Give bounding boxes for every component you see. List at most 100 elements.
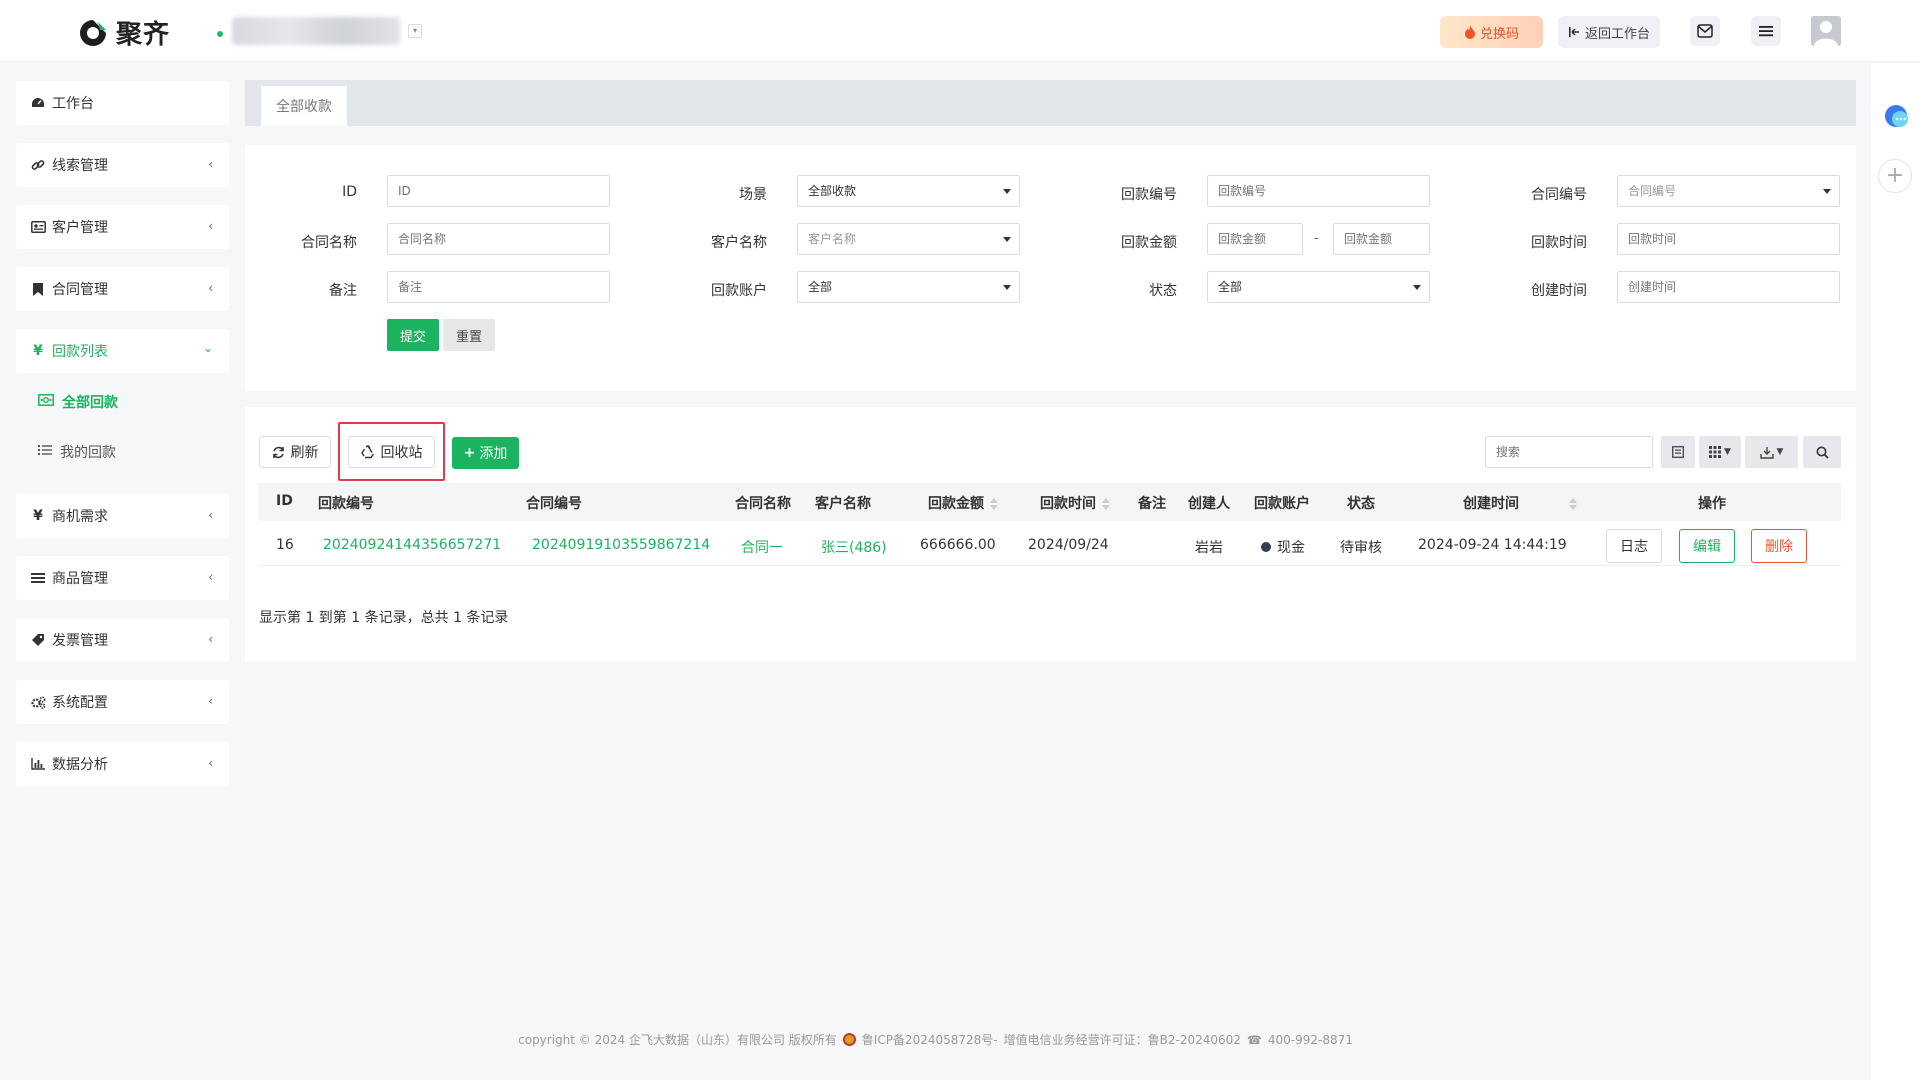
sidebar-item-analytics[interactable]: 数据分析 ‹ [16,742,229,786]
bar-chart-icon [30,756,46,772]
filter-contract-no-label: 合同编号 [1531,187,1587,203]
filter-contract-name-input[interactable] [387,223,610,255]
filter-scene-select[interactable]: 全部收款 [797,175,1020,207]
log-button[interactable]: 日志 [1606,529,1662,563]
sidebar-item-payments[interactable]: ¥ 回款列表 ⌄ [16,329,229,373]
flame-icon [1464,25,1475,39]
sidebar-subitem-my-payments[interactable]: 我的回款 [38,442,116,462]
filter-status-select[interactable]: 全部 [1207,271,1430,303]
filter-payment-no-input[interactable] [1207,175,1430,207]
search-icon [1816,446,1829,459]
recycle-bin-button[interactable]: 回收站 [348,436,435,468]
filter-id-label: ID [342,184,357,200]
row-divider [258,565,1841,566]
cell-amount: 666666.00 [920,537,996,553]
filter-amount-max-input[interactable] [1333,223,1430,255]
sidebar-item-settings[interactable]: 系统配置 ‹ [16,680,229,724]
exchange-code-button[interactable]: 兑换码 [1440,16,1543,48]
column-header-contract-name[interactable]: 合同名称 [735,493,791,513]
back-to-workbench-label: 返回工作台 [1584,26,1650,42]
footer-icp-link[interactable]: 鲁ICP备2024058728号- [862,1031,998,1048]
columns-toggle[interactable]: ▼ [1699,436,1741,468]
sidebar-item-opportunities[interactable]: ¥ 商机需求 ‹ [16,494,229,538]
column-header-payment-no[interactable]: 回款编号 [318,493,374,513]
chevron-down-icon: ⌄ [202,341,213,355]
column-header-created-time[interactable]: 创建时间 [1463,493,1577,513]
tab-all-payments[interactable]: 全部收款 [261,86,347,126]
add-button[interactable]: + 添加 [452,437,519,469]
column-header-creator[interactable]: 创建人 [1188,493,1230,513]
submit-button[interactable]: 提交 [387,319,439,351]
sidebar-item-invoices[interactable]: 发票管理 ‹ [16,618,229,662]
phone-icon: ☎ [1246,1032,1262,1047]
filter-created-time-input[interactable] [1617,271,1840,303]
column-header-amount[interactable]: 回款金额 [928,493,998,513]
column-header-amount-label: 回款金额 [928,496,984,512]
cell-payment-time: 2024/09/24 [1028,537,1109,553]
delete-button[interactable]: 删除 [1751,529,1807,563]
mail-icon[interactable] [1690,16,1720,46]
refresh-button[interactable]: 刷新 [259,436,331,468]
column-header-status[interactable]: 状态 [1347,493,1375,513]
chevron-down-icon[interactable]: ▾ [408,24,422,38]
filter-contract-no-placeholder: 合同编号 [1628,184,1677,198]
cell-account: 现金 [1261,537,1305,557]
user-avatar[interactable] [1811,16,1841,46]
caret-down-icon [1413,285,1421,290]
cell-status: 待审核 [1340,540,1382,556]
id-card-icon [30,219,46,235]
export-icon [1759,446,1774,459]
chevron-left-icon: ‹ [208,632,213,646]
grid-icon [1709,446,1722,458]
exchange-code-label: 兑换码 [1479,26,1519,42]
filter-remark-input[interactable] [387,271,610,303]
cell-contract-name-link[interactable]: 合同一 [741,537,783,557]
column-header-customer-name[interactable]: 客户名称 [815,493,871,513]
column-header-account[interactable]: 回款账户 [1254,493,1310,513]
column-header-id[interactable]: ID [276,493,293,509]
column-header-contract-no[interactable]: 合同编号 [526,493,582,513]
cell-customer-name-link[interactable]: 张三(486) [821,537,887,557]
column-header-payment-time[interactable]: 回款时间 [1040,493,1110,513]
add-icon[interactable]: + [1878,159,1912,193]
list-icon [30,570,46,586]
filter-customer-name-select[interactable]: 客户名称 [797,223,1020,255]
org-status-dot [217,31,223,37]
cell-contract-no-link[interactable]: 20240919103559867214 [532,537,710,553]
sidebar-item-workbench[interactable]: 工作台 [16,81,229,125]
menu-icon[interactable] [1751,16,1781,46]
search-button[interactable] [1803,436,1841,468]
sidebar-item-products[interactable]: 商品管理 ‹ [16,556,229,600]
export-toggle[interactable]: ▼ [1745,436,1798,468]
account-dot-icon [1261,542,1271,552]
app-logo[interactable]: 聚齐 [76,14,170,51]
back-to-workbench-button[interactable]: 返回工作台 [1558,16,1660,48]
filter-account-select[interactable]: 全部 [797,271,1020,303]
refresh-icon [272,446,284,458]
search-input[interactable] [1485,436,1653,468]
refresh-label: 刷新 [290,445,319,461]
filter-id-input[interactable] [387,175,610,207]
cell-payment-no-link[interactable]: 20240924144356657271 [323,537,501,553]
filter-account-value: 全部 [808,280,833,294]
column-header-remark[interactable]: 备注 [1138,493,1166,513]
sidebar-item-label: 客户管理 [52,220,108,236]
filter-amount-min-input[interactable] [1207,223,1303,255]
sidebar-subitem-all-payments[interactable]: 全部回款 [38,392,118,412]
sidebar-item-contracts[interactable]: 合同管理 ‹ [16,267,229,311]
reset-button[interactable]: 重置 [443,319,495,351]
column-header-payment-time-label: 回款时间 [1040,496,1096,512]
caret-down-icon [1003,237,1011,242]
filter-amount-label: 回款金额 [1121,235,1177,251]
org-selector[interactable] [232,17,400,45]
filter-payment-time-input[interactable] [1617,223,1840,255]
filter-contract-no-select[interactable]: 合同编号 [1617,175,1840,207]
chat-assistant-icon[interactable] [1883,103,1911,131]
sidebar-item-customers[interactable]: 客户管理 ‹ [16,205,229,249]
card-view-toggle[interactable] [1661,436,1695,468]
edit-button[interactable]: 编辑 [1679,529,1735,563]
sidebar-subitem-label: 全部回款 [62,395,118,411]
sidebar-item-leads[interactable]: 线索管理 ‹ [16,143,229,187]
list-icon [38,444,52,460]
cell-account-value: 现金 [1277,540,1305,556]
